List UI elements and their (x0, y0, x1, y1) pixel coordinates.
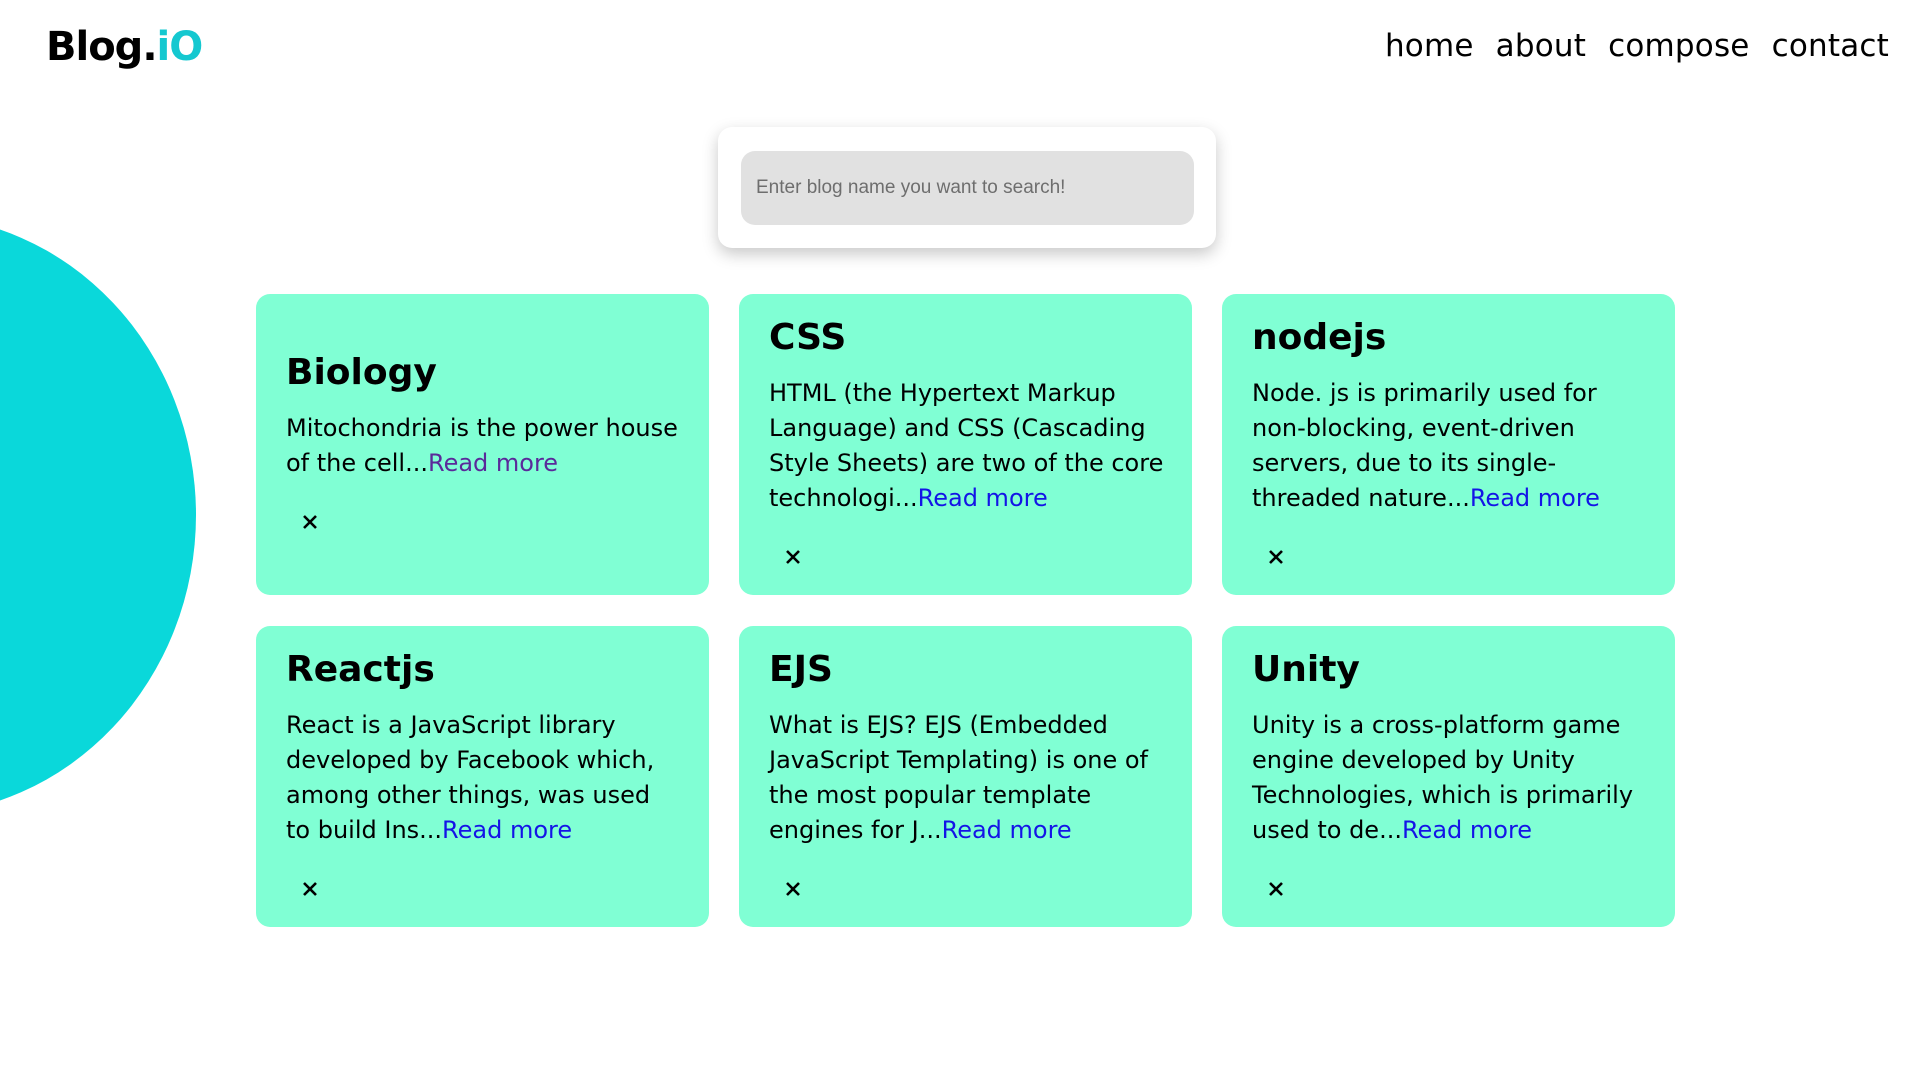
close-icon (786, 550, 800, 564)
delete-post-button[interactable] (1260, 541, 1292, 573)
nav-link-contact[interactable]: contact (1772, 28, 1889, 64)
blog-card-title: nodejs (1252, 317, 1387, 358)
blog-card-excerpt: React is a JavaScript library developed … (286, 708, 681, 848)
blog-card-title: CSS (769, 317, 847, 358)
logo-accent-text: iO (156, 24, 204, 70)
main-nav: home about compose contact (1385, 28, 1889, 64)
logo-text: Blog. (46, 24, 158, 70)
blog-card-reactjs: Reactjs React is a JavaScript library de… (256, 626, 709, 927)
blog-card-excerpt: HTML (the Hypertext Markup Language) and… (769, 376, 1164, 516)
read-more-link[interactable]: Read more (1470, 484, 1600, 512)
blog-card-excerpt: Node. js is primarily used for non-block… (1252, 376, 1647, 516)
blog-card-ejs: EJS What is EJS? EJS (Embedded JavaScrip… (739, 626, 1192, 927)
close-icon (786, 882, 800, 896)
delete-post-button[interactable] (777, 541, 809, 573)
delete-post-button[interactable] (777, 873, 809, 905)
blog-card-nodejs: nodejs Node. js is primarily used for no… (1222, 294, 1675, 595)
blog-card-excerpt: Unity is a cross-platform game engine de… (1252, 708, 1647, 848)
read-more-link[interactable]: Read more (1402, 816, 1532, 844)
read-more-link[interactable]: Read more (428, 449, 558, 477)
delete-post-button[interactable] (294, 873, 326, 905)
blog-card-unity: Unity Unity is a cross-platform game eng… (1222, 626, 1675, 927)
delete-post-button[interactable] (294, 506, 326, 538)
nav-link-compose[interactable]: compose (1608, 28, 1749, 64)
search-input[interactable] (741, 151, 1194, 225)
blog-card-title: Biology (286, 352, 437, 393)
blog-card-css: CSS HTML (the Hypertext Markup Language)… (739, 294, 1192, 595)
nav-link-about[interactable]: about (1496, 28, 1586, 64)
read-more-link[interactable]: Read more (918, 484, 1048, 512)
blog-card-excerpt: Mitochondria is the power house of the c… (286, 411, 681, 481)
read-more-link[interactable]: Read more (442, 816, 572, 844)
search-panel (718, 127, 1216, 248)
decorative-circle (0, 215, 196, 815)
close-icon (1269, 882, 1283, 896)
close-icon (1269, 550, 1283, 564)
blog-card-excerpt: What is EJS? EJS (Embedded JavaScript Te… (769, 708, 1164, 848)
close-icon (303, 882, 317, 896)
page: Blog.iO home about compose contact Biolo… (0, 0, 1920, 1080)
blog-card-biology: Biology Mitochondria is the power house … (256, 294, 709, 595)
blog-card-title: Unity (1252, 649, 1360, 690)
blog-card-title: Reactjs (286, 649, 435, 690)
nav-link-home[interactable]: home (1385, 28, 1474, 64)
blog-card-title: EJS (769, 649, 833, 690)
close-icon (303, 515, 317, 529)
delete-post-button[interactable] (1260, 873, 1292, 905)
read-more-link[interactable]: Read more (942, 816, 1072, 844)
logo[interactable]: Blog.iO (46, 24, 204, 70)
